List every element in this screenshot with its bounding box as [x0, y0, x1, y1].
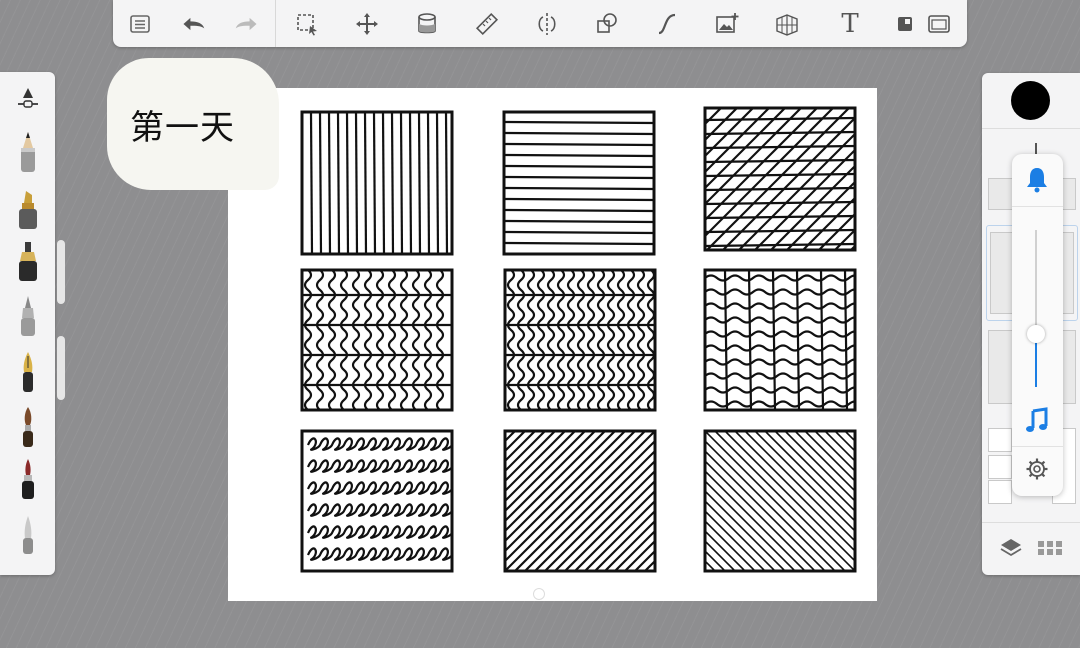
gear-icon[interactable] — [1022, 454, 1052, 484]
layers-stack-icon[interactable] — [997, 536, 1025, 560]
hatching-wavy-grid — [703, 268, 857, 412]
selection-icon[interactable] — [290, 8, 324, 40]
hatching-crosshatch — [703, 106, 857, 252]
hatching-diagonal-lines-reverse — [703, 429, 857, 573]
top-toolbar: T — [113, 0, 967, 47]
popover-divider — [1012, 206, 1063, 207]
fountain-pen-icon[interactable] — [12, 350, 44, 394]
shapes-icon[interactable] — [590, 8, 624, 40]
bell-icon[interactable] — [1022, 164, 1052, 194]
annotation-text: 第一天 — [130, 108, 235, 148]
symmetry-icon[interactable] — [530, 8, 564, 40]
fill-icon[interactable] — [410, 8, 444, 40]
marker-icon[interactable] — [12, 187, 44, 231]
page-indicator — [533, 588, 545, 600]
layer-thumbnail[interactable] — [990, 232, 1014, 314]
layer-thumbnail[interactable] — [988, 480, 1012, 504]
hatching-horizontal-lines — [502, 110, 656, 256]
hatching-loops — [300, 429, 454, 573]
brush-size-icon[interactable] — [12, 78, 44, 118]
paintbrush-icon[interactable] — [12, 405, 44, 449]
panel-resize-handle-bottom[interactable] — [57, 336, 65, 400]
panel-divider — [982, 128, 1080, 129]
pencil-icon[interactable] — [12, 130, 44, 174]
brush-pen-icon[interactable] — [12, 457, 44, 501]
image-insert-icon[interactable] — [710, 8, 744, 40]
text-icon[interactable]: T — [833, 8, 867, 40]
undo-icon[interactable] — [176, 8, 210, 40]
popover-divider — [1012, 446, 1063, 447]
perspective-icon[interactable] — [770, 8, 804, 40]
hatching-wavy-vertical — [300, 268, 454, 412]
curve-icon[interactable] — [650, 8, 684, 40]
fullscreen-icon[interactable] — [922, 8, 956, 40]
sketch-artwork — [300, 106, 857, 573]
hatching-wavy-vertical-dense — [503, 268, 657, 412]
redo-icon[interactable] — [230, 8, 264, 40]
brush-library-panel — [0, 72, 55, 575]
drawing-canvas[interactable] — [228, 88, 877, 601]
layer-thumbnail[interactable] — [988, 428, 1012, 452]
toolbar-separator — [275, 0, 276, 47]
smudge-icon[interactable] — [12, 512, 44, 556]
list-icon[interactable] — [123, 8, 157, 40]
layer-mode-icon[interactable] — [888, 8, 922, 40]
text-tool-label: T — [841, 9, 859, 39]
move-icon[interactable] — [350, 8, 384, 40]
ruler-icon[interactable] — [470, 8, 504, 40]
hatching-vertical-lines — [300, 110, 454, 256]
layer-thumbnail[interactable] — [988, 455, 1012, 479]
music-icon[interactable] — [1022, 406, 1052, 436]
slider-knob[interactable] — [1027, 325, 1045, 343]
airbrush-icon[interactable] — [12, 294, 44, 338]
ink-pen-icon[interactable] — [12, 239, 44, 283]
hatching-diagonal-lines — [503, 429, 657, 573]
panel-resize-handle-top[interactable] — [57, 240, 65, 304]
grid-view-icon[interactable] — [1036, 536, 1064, 560]
color-swatch[interactable] — [1011, 81, 1050, 120]
